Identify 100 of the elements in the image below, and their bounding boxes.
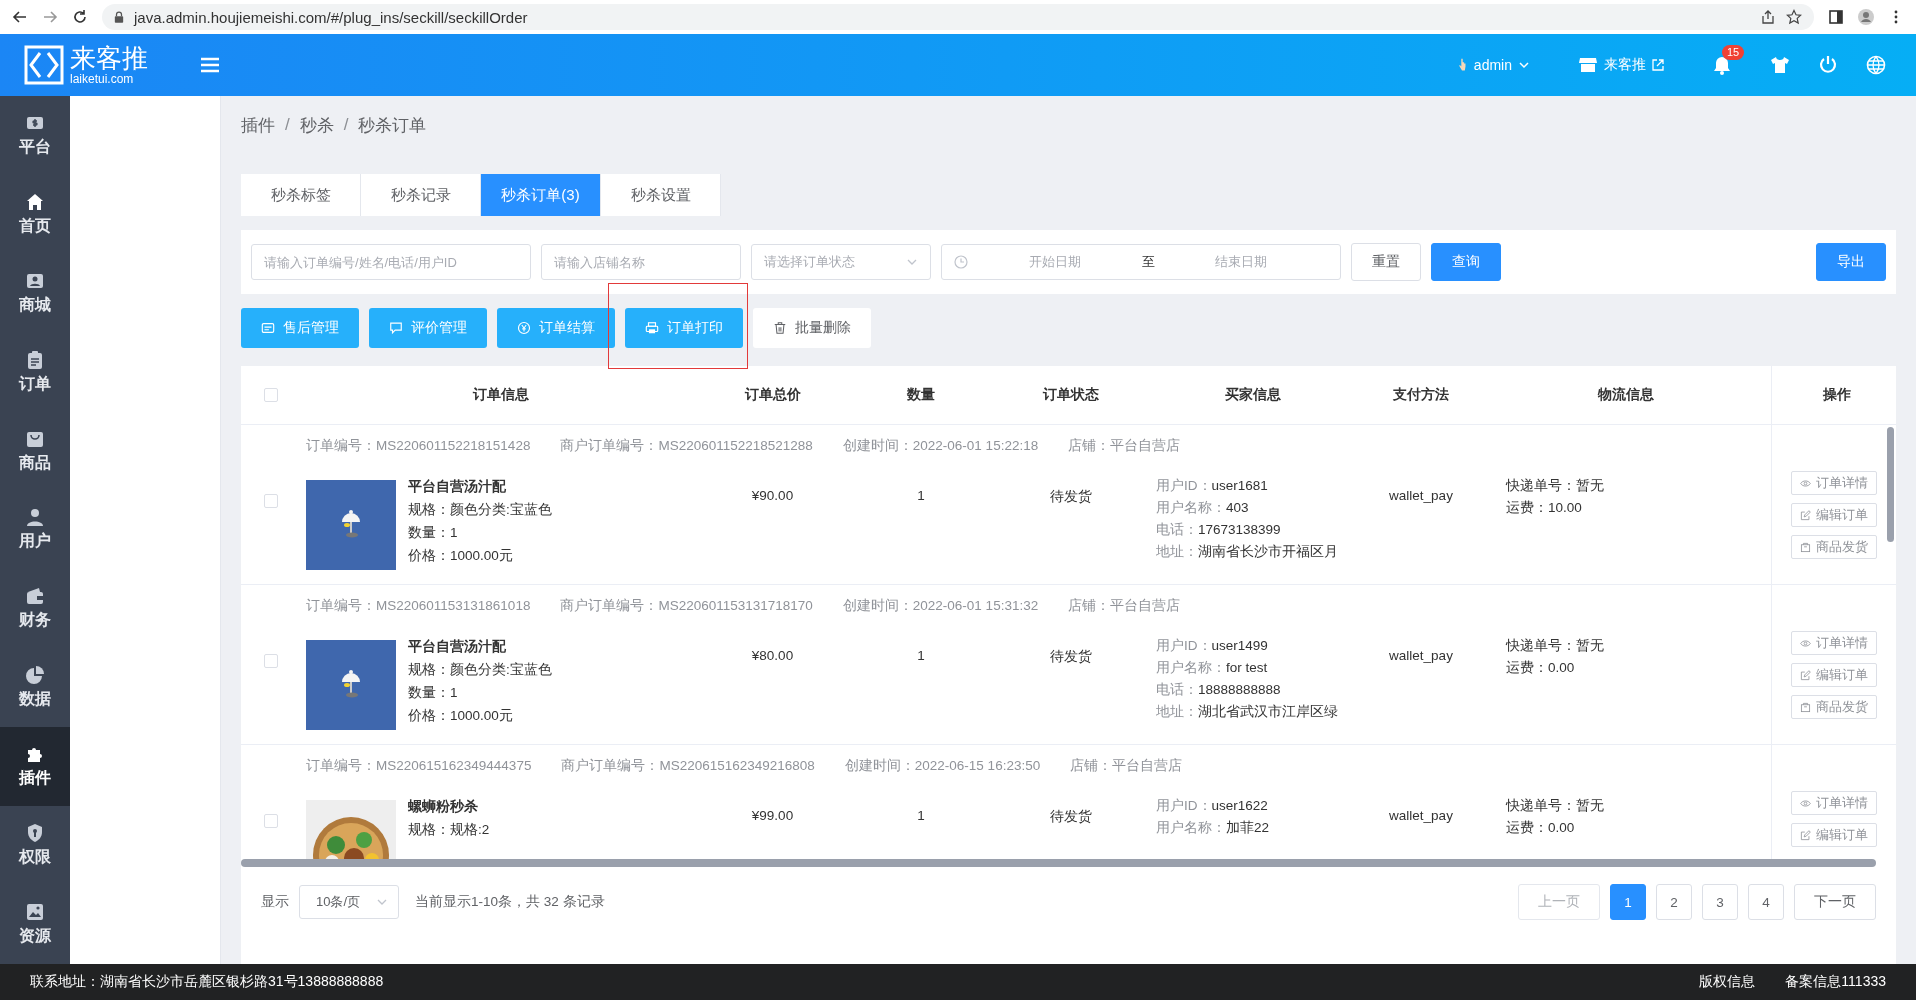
action-button[interactable]: 批量删除 xyxy=(753,308,871,348)
query-button[interactable]: 查询 xyxy=(1431,243,1501,281)
page-button[interactable]: 4 xyxy=(1748,884,1784,920)
product-price: 价格：1000.00元 xyxy=(408,547,514,565)
package-icon xyxy=(1800,701,1811,713)
page-size-select[interactable]: 10条/页 xyxy=(299,885,399,919)
eye-icon xyxy=(1800,797,1811,809)
order-total: ¥90.00 xyxy=(751,488,794,503)
store-name: 店铺：平台自营店 xyxy=(1068,438,1181,454)
end-date-placeholder: 结束日期 xyxy=(1214,253,1269,271)
merchant-order-number: 商户订单编号：MS220601153131718170 xyxy=(560,598,813,614)
row-action-button[interactable]: 编辑订单 xyxy=(1791,663,1877,687)
vertical-scrollbar[interactable] xyxy=(1887,427,1894,542)
row-action-button[interactable]: 编辑订单 xyxy=(1791,503,1877,527)
edit-icon xyxy=(1800,669,1811,681)
buyer-info: 用户名称：加菲22 xyxy=(1156,819,1271,837)
buyer-info: 用户ID：user1681 xyxy=(1156,477,1269,495)
quantity: 1 xyxy=(917,808,925,823)
product-spec: 规格：颜色分类:宝蓝色 xyxy=(408,501,552,519)
sidebar-item[interactable]: 商城 xyxy=(0,253,70,333)
tab[interactable]: 秒杀订单(3) xyxy=(481,174,601,216)
payment-method: wallet_pay xyxy=(1389,488,1453,503)
export-button[interactable]: 导出 xyxy=(1816,243,1886,281)
package-icon xyxy=(1800,541,1811,553)
buyer-info: 用户名称：403 xyxy=(1156,499,1250,517)
sidebar-item[interactable]: 数据 xyxy=(0,648,70,728)
forward-icon[interactable] xyxy=(42,9,58,25)
buyer-info: 地址：湖北省武汉市江岸区绿 xyxy=(1156,703,1339,721)
card-icon xyxy=(261,321,275,335)
page-button[interactable]: 2 xyxy=(1656,884,1692,920)
buyer-info: 用户名称：for test xyxy=(1156,659,1269,677)
breadcrumb-item[interactable]: 插件 xyxy=(241,113,275,137)
sidebar-item[interactable]: 订单 xyxy=(0,332,70,412)
product-name: 平台自营汤汁配 xyxy=(408,638,507,656)
user-icon xyxy=(25,507,45,528)
product-price: 价格：1000.00元 xyxy=(408,707,514,725)
page-button[interactable]: 3 xyxy=(1702,884,1738,920)
comment-icon xyxy=(389,321,403,335)
footer-link[interactable]: 备案信息111333 xyxy=(1785,973,1886,991)
bell-icon[interactable] xyxy=(1712,55,1732,75)
page-size-label: 显示 xyxy=(261,893,289,911)
back-icon[interactable] xyxy=(12,9,28,25)
power-icon[interactable] xyxy=(1818,55,1838,75)
next-page-button[interactable]: 下一页 xyxy=(1794,884,1876,920)
order-total: ¥80.00 xyxy=(751,648,794,663)
column-header: 操作 xyxy=(1822,386,1851,404)
buyer-info: 地址：湖南省长沙市开福区月 xyxy=(1156,543,1339,561)
buyer-info: 用户ID：user1622 xyxy=(1156,797,1269,815)
created-time: 创建时间：2022-06-01 15:31:32 xyxy=(842,598,1039,614)
record-summary: 当前显示1-10条，共 32 条记录 xyxy=(415,893,605,911)
globe-icon[interactable] xyxy=(1866,55,1886,75)
side-panel-icon[interactable] xyxy=(1828,9,1844,25)
star-icon[interactable] xyxy=(1786,9,1802,25)
row-checkbox[interactable] xyxy=(264,494,278,508)
sidebar-item[interactable]: 财务 xyxy=(0,569,70,649)
share-icon[interactable] xyxy=(1760,9,1776,25)
order-search-field[interactable]: 请输入订单编号/姓名/电话/用户ID xyxy=(251,244,531,280)
edit-icon xyxy=(1800,829,1811,841)
trash-icon xyxy=(773,321,787,335)
logistics-info: 快递单号：暂无 xyxy=(1506,797,1605,815)
quantity: 1 xyxy=(917,488,925,503)
row-action-button[interactable]: 编辑订单 xyxy=(1791,823,1877,847)
sidebar-item[interactable]: 权限 xyxy=(0,806,70,886)
row-action-button[interactable]: 商品发货 xyxy=(1791,695,1877,719)
horizontal-scrollbar[interactable] xyxy=(241,859,1876,867)
column-header: 买家信息 xyxy=(1224,386,1281,402)
order-total: ¥99.00 xyxy=(751,808,794,823)
row-action-button[interactable]: 商品发货 xyxy=(1791,535,1877,559)
order-status: 待发货 xyxy=(1050,649,1092,664)
select-all-checkbox[interactable] xyxy=(264,388,278,402)
eye-icon xyxy=(1800,477,1811,489)
sidebar-item[interactable]: 插件 xyxy=(0,727,70,807)
row-action-button[interactable]: 订单详情 xyxy=(1791,631,1877,655)
address-bar[interactable]: java.admin.houjiemeishi.com/#/plug_ins/seckill/seckillOrder xyxy=(102,4,1814,30)
reset-button[interactable]: 重置 xyxy=(1351,243,1421,281)
created-time: 创建时间：2022-06-15 16:23:50 xyxy=(844,758,1041,774)
logo-icon xyxy=(24,45,64,85)
logistics-info: 运费：0.00 xyxy=(1506,819,1576,837)
order-number: 订单编号：MS220601153131861018 xyxy=(306,598,531,614)
sidebar-item[interactable]: 商品 xyxy=(0,411,70,491)
page-button[interactable]: 1 xyxy=(1610,884,1646,920)
date-range-field[interactable]: 开始日期 至 结束日期 xyxy=(941,244,1341,280)
sidebar-item[interactable]: 平台 xyxy=(0,96,70,175)
tshirt-icon[interactable] xyxy=(1770,55,1790,75)
lock-icon xyxy=(114,11,124,23)
logo-text: 来客推 xyxy=(70,44,148,72)
product-quantity: 数量：1 xyxy=(408,524,459,542)
sidebar-item[interactable]: 资源 xyxy=(0,885,70,964)
reload-icon[interactable] xyxy=(72,9,88,25)
breadcrumb-item[interactable]: 秒杀 xyxy=(299,113,334,137)
row-action-button[interactable]: 订单详情 xyxy=(1791,471,1877,495)
row-action-button[interactable]: 订单详情 xyxy=(1791,791,1877,815)
merchant-order-number: 商户订单编号：MS220615162349216808 xyxy=(561,758,815,774)
row-checkbox[interactable] xyxy=(264,814,278,828)
row-checkbox[interactable] xyxy=(264,654,278,668)
sidebar-item[interactable]: 首页 xyxy=(0,174,70,254)
store-search-field[interactable]: 请输入店铺名称 xyxy=(541,244,741,280)
footer-link[interactable]: 版权信息 xyxy=(1699,973,1756,991)
sidebar-item[interactable]: 用户 xyxy=(0,490,70,570)
profile-icon[interactable] xyxy=(1858,9,1874,25)
